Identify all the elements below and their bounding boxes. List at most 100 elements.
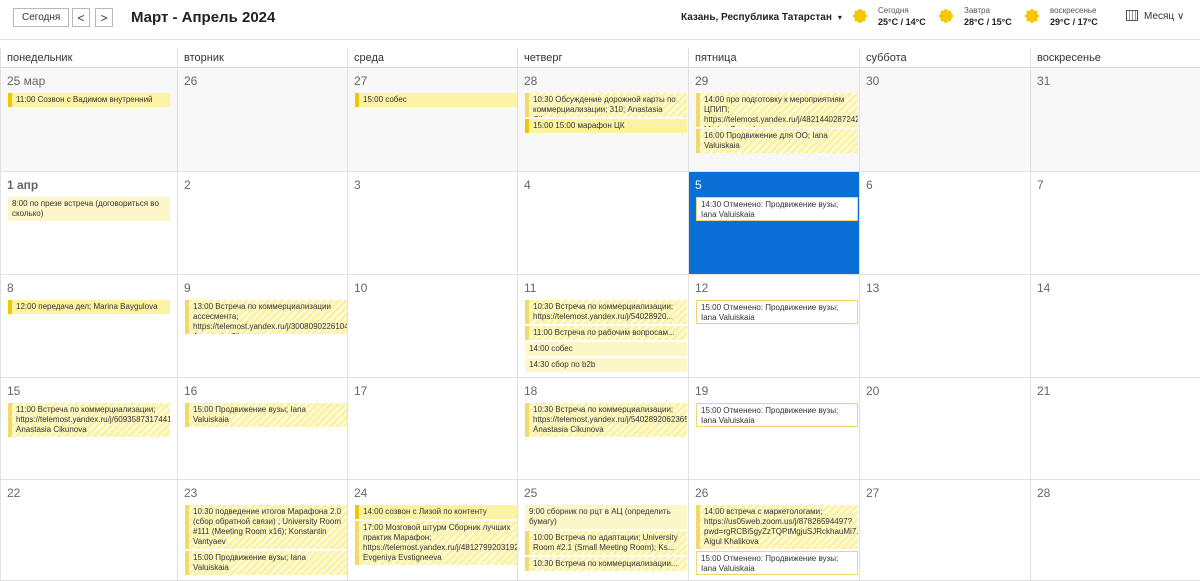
day-cell[interactable]: 10 [347, 275, 517, 378]
day-number: 19 [695, 384, 709, 398]
calendar-event[interactable]: 11:00 Встреча по коммерциализации; https… [8, 403, 170, 437]
weekday-header-cell: четверг [517, 48, 688, 68]
day-number: 23 [184, 486, 198, 500]
day-number: 30 [866, 74, 880, 88]
day-cell[interactable]: 21 [1030, 378, 1200, 480]
view-switcher[interactable]: Месяц ∨ [1126, 10, 1184, 22]
weather-temperature: 28°C / 15°C [964, 17, 1012, 27]
day-cell[interactable]: 5 14:30 Отменено: Продвижение вузы; Iana … [688, 172, 859, 275]
day-cell[interactable]: 18 10:30 Встреча по коммерциализации; htt… [517, 378, 688, 480]
day-cell[interactable]: 20 [859, 378, 1030, 480]
calendar-event[interactable]: 10:30 Встреча по коммерциализации... [525, 557, 687, 571]
sun-icon [852, 8, 868, 24]
day-cell[interactable]: 11 10:30 Встреча по коммерциализации; htt… [517, 275, 688, 378]
calendar-event[interactable]: 15:00 Отменено: Продвижение вузы; Iana V… [696, 403, 858, 427]
previous-month-button[interactable]: < [72, 8, 90, 27]
day-cell[interactable]: 16 15:00 Продвижение вузы; Iana Valuiskai… [177, 378, 347, 480]
day-number: 18 [524, 384, 538, 398]
sun-icon [1024, 8, 1040, 24]
day-cell[interactable]: 22 [0, 480, 177, 581]
day-cell[interactable]: 1 апр 8:00 по презе встреча (договориться… [0, 172, 177, 275]
calendar-event[interactable]: 10:30 подведение итогов Марафона 2.0 (сб… [185, 505, 347, 549]
day-cell[interactable]: 6 [859, 172, 1030, 275]
calendar-event[interactable]: 14:30 Отменено: Продвижение вузы; Iana V… [696, 197, 858, 221]
day-cell[interactable]: 19 15:00 Отменено: Продвижение вузы; Iana… [688, 378, 859, 480]
weather-temperature: 25°C / 14°C [878, 17, 926, 27]
day-cell[interactable]: 24 14:00 созвон с Лизой по контенту 17:00 … [347, 480, 517, 581]
day-cell[interactable]: 8 12:00 передача дел; Marina Baygulova [0, 275, 177, 378]
calendar-event[interactable]: 15:00 Отменено: Продвижение вузы; Iana V… [696, 300, 858, 324]
day-number: 2 [184, 178, 191, 192]
day-cell[interactable]: 15 11:00 Встреча по коммерциализации; htt… [0, 378, 177, 480]
calendar-event[interactable]: 16:00 Продвижение для ОО; Iana Valuiskai… [696, 129, 858, 153]
day-number: 17 [354, 384, 368, 398]
today-button[interactable]: Сегодня [13, 8, 70, 27]
day-cell[interactable]: 4 [517, 172, 688, 275]
calendar-event[interactable]: 11:00 Встреча по рабочим вопросам... [525, 326, 687, 340]
day-number: 20 [866, 384, 880, 398]
day-cell[interactable]: 31 [1030, 68, 1200, 172]
day-cell[interactable]: 9 13:00 Встреча по коммерциализации ассес… [177, 275, 347, 378]
day-cell[interactable]: 2 [177, 172, 347, 275]
day-cell[interactable]: 27 [859, 480, 1030, 581]
day-cell[interactable]: 13 [859, 275, 1030, 378]
calendar-event[interactable]: 12:00 передача дел; Marina Baygulova [8, 300, 170, 314]
day-number: 1 апр [7, 178, 39, 192]
calendar-event[interactable]: 15:00 15:00 марафон ЦК [525, 119, 687, 133]
chevron-down-icon: ∨ [1176, 11, 1185, 22]
day-number: 7 [1037, 178, 1044, 192]
location-label: Казань, Республика Татарстан [681, 12, 832, 23]
calendar-event[interactable]: 14:00 встреча с маркетологами; https://u… [696, 505, 858, 549]
calendar-event[interactable]: 10:30 Встреча по коммерциализации; https… [525, 300, 687, 324]
day-cell[interactable]: 28 10:30 Обсуждение дорожной карты по ком… [517, 68, 688, 172]
calendar-event[interactable]: 14:00 про подготовку к мероприятиям ЦПИП… [696, 93, 858, 127]
day-cell[interactable]: 29 14:00 про подготовку к мероприятиям ЦП… [688, 68, 859, 172]
view-label: Месяц [1144, 11, 1175, 22]
day-number: 27 [866, 486, 880, 500]
day-cell[interactable]: 14 [1030, 275, 1200, 378]
calendar-event[interactable]: 15:00 собес [355, 93, 517, 107]
calendar-event[interactable]: 14:00 созвон с Лизой по контенту [355, 505, 517, 519]
day-cell[interactable]: 17 [347, 378, 517, 480]
calendar-event[interactable]: 15:00 Продвижение вузы; Iana Valuiskaia [185, 403, 347, 427]
day-number: 28 [1037, 486, 1051, 500]
day-cell[interactable]: 25 мар 11:00 Созвон с Вадимом внутренний [0, 68, 177, 172]
weekday-header-cell: суббота [859, 48, 1030, 68]
day-cell[interactable]: 3 [347, 172, 517, 275]
location-selector[interactable]: Казань, Республика Татарстан ▾ [681, 12, 842, 23]
calendar-event[interactable]: 17:00 Мозговой штурм Сборник лучших прак… [355, 521, 517, 565]
weekday-header-cell: воскресенье [1030, 48, 1200, 68]
calendar-grid-icon [1126, 10, 1138, 21]
day-cell[interactable]: 28 [1030, 480, 1200, 581]
weather-label: Завтра [964, 6, 990, 15]
calendar-event[interactable]: 14:30 сбор по b2b [525, 358, 687, 372]
day-number: 9 [184, 281, 191, 295]
calendar-event[interactable]: 9:00 сборник по рцт в АЦ (определить бум… [525, 505, 687, 529]
day-cell[interactable]: 25 9:00 сборник по рцт в АЦ (определить б… [517, 480, 688, 581]
calendar-event[interactable]: 15:00 Продвижение вузы; Iana Valuiskaia [185, 551, 347, 575]
weather-label: воскресенье [1050, 6, 1097, 15]
day-number: 27 [354, 74, 368, 88]
calendar-event[interactable]: 10:30 Обсуждение дорожной карты по комме… [525, 93, 687, 117]
day-cell[interactable]: 26 [177, 68, 347, 172]
weather-temperature: 29°C / 17°C [1050, 17, 1098, 27]
calendar-event[interactable]: 15:00 Отменено: Продвижение вузы; Iana V… [696, 551, 858, 575]
calendar-event[interactable]: 11:00 Созвон с Вадимом внутренний [8, 93, 170, 107]
day-number: 14 [1037, 281, 1051, 295]
day-number: 3 [354, 178, 361, 192]
calendar-event[interactable]: 10:30 Встреча по коммерциализации; https… [525, 403, 687, 437]
day-cell[interactable]: 27 15:00 собес [347, 68, 517, 172]
calendar-event[interactable]: 14:00 собес [525, 342, 687, 356]
day-cell[interactable]: 23 10:30 подведение итогов Марафона 2.0 (… [177, 480, 347, 581]
weekday-header: понедельник вторник среда четверг пятница суб… [0, 48, 1200, 68]
next-month-button[interactable]: > [95, 8, 113, 27]
calendar-event[interactable]: 10:00 Встреча по адаптации; University R… [525, 531, 687, 555]
day-cell[interactable]: 26 14:00 встреча с маркетологами; https:/… [688, 480, 859, 581]
day-cell[interactable]: 7 [1030, 172, 1200, 275]
calendar-event[interactable]: 8:00 по презе встреча (договориться во с… [8, 197, 170, 221]
day-number: 16 [184, 384, 198, 398]
day-cell[interactable]: 30 [859, 68, 1030, 172]
day-number: 21 [1037, 384, 1051, 398]
calendar-event[interactable]: 13:00 Встреча по коммерциализации ассесм… [185, 300, 347, 334]
day-cell[interactable]: 12 15:00 Отменено: Продвижение вузы; Iana… [688, 275, 859, 378]
